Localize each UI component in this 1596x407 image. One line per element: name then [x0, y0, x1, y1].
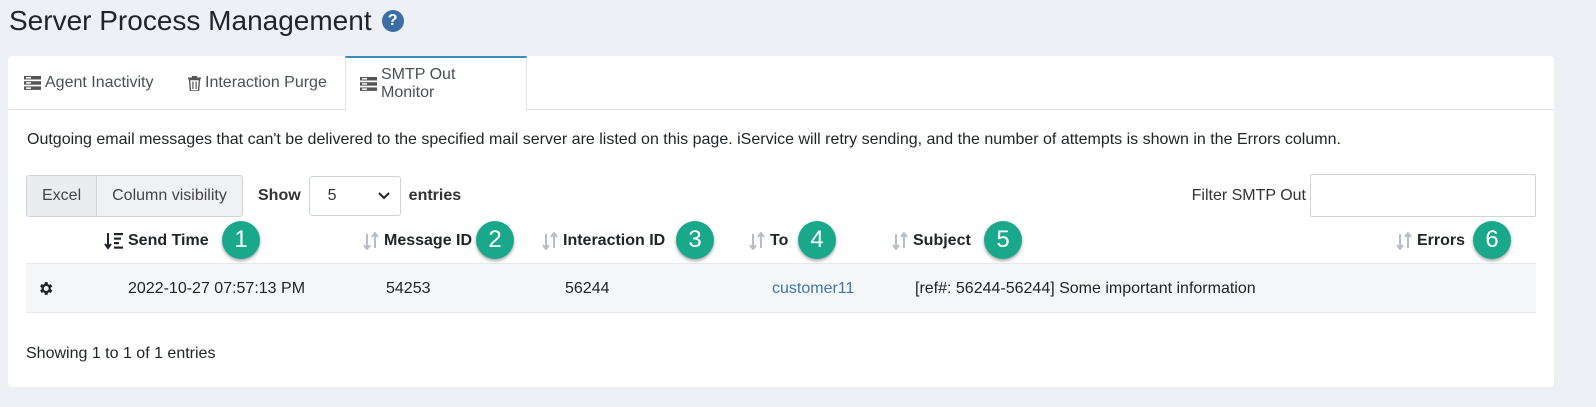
callout-badge: 6: [1473, 221, 1511, 259]
column-label: To: [770, 232, 789, 249]
main-card: Agent Inactivity Interaction Purge SMTP …: [8, 56, 1554, 387]
column-label: Interaction ID: [563, 232, 666, 249]
list-icon: [24, 76, 41, 90]
cell-to-link[interactable]: customer11: [772, 264, 854, 313]
callout-badge: 1: [222, 221, 260, 259]
sort-icon: [541, 232, 559, 250]
callout-badge: 3: [676, 221, 714, 259]
cell-interaction-id: 56244: [565, 279, 610, 297]
callout-badge: 4: [798, 221, 836, 259]
callout-badge: 5: [984, 221, 1022, 259]
list-icon: [360, 77, 377, 91]
callout-badge: 2: [476, 221, 514, 259]
tab-interaction-purge[interactable]: Interaction Purge: [188, 56, 327, 110]
filter-input[interactable]: [1310, 174, 1536, 217]
tab-label: SMTP Out Monitor: [381, 66, 456, 101]
export-button-group: Excel Column visibility: [26, 175, 243, 217]
column-label: Message ID: [384, 232, 473, 249]
column-label: Send Time: [128, 232, 209, 249]
smtp-out-table: Send Time 1 Message ID 2 Interaction ID …: [26, 218, 1536, 313]
page-description: Outgoing email messages that can't be de…: [27, 131, 1341, 148]
page-title: Server Process Management ?: [9, 2, 404, 40]
tab-bar: Agent Inactivity Interaction Purge SMTP …: [8, 56, 1554, 111]
gear-icon[interactable]: [37, 264, 54, 313]
column-visibility-button[interactable]: Column visibility: [97, 176, 242, 216]
sort-icon: [362, 232, 380, 250]
tab-label: Interaction Purge: [205, 74, 327, 91]
sort-icon: [891, 232, 909, 250]
page-length-select[interactable]: 5: [308, 176, 401, 216]
sort-icon: [748, 232, 766, 250]
help-icon[interactable]: ?: [381, 10, 404, 32]
show-label: Show: [258, 187, 301, 204]
page-title-text: Server Process Management: [9, 5, 372, 36]
cell-message-id: 54253: [386, 279, 431, 297]
filter-label: Filter SMTP Out: [1191, 186, 1306, 204]
table-info: Showing 1 to 1 of 1 entries: [26, 345, 216, 362]
cell-subject: [ref#: 56244-56244] Some important infor…: [915, 279, 1256, 297]
excel-button[interactable]: Excel: [27, 176, 98, 216]
trash-icon: [188, 75, 201, 91]
column-header-errors[interactable]: Errors: [1395, 218, 1465, 264]
tab-agent-inactivity[interactable]: Agent Inactivity: [24, 56, 154, 110]
tab-label: Agent Inactivity: [45, 74, 154, 91]
column-header-to[interactable]: To: [748, 218, 788, 264]
table-row[interactable]: 2022-10-27 07:57:13 PM 54253 56244 custo…: [26, 264, 1536, 313]
column-label: Errors: [1417, 232, 1466, 249]
entries-label: entries: [408, 187, 462, 204]
column-header-send-time[interactable]: Send Time: [104, 218, 209, 264]
table-header: Send Time 1 Message ID 2 Interaction ID …: [26, 218, 1536, 264]
column-header-subject[interactable]: Subject: [891, 218, 971, 264]
page-length-value: 5: [327, 187, 337, 204]
chevron-down-icon: [377, 187, 390, 205]
tab-smtp-out-monitor[interactable]: SMTP Out Monitor: [345, 56, 527, 111]
page-length-control: Show 5 entries: [258, 175, 461, 217]
column-header-interaction-id[interactable]: Interaction ID: [541, 218, 665, 264]
filter-control: Filter SMTP Out: [1192, 174, 1536, 217]
column-label: Subject: [913, 232, 971, 249]
sort-descending-icon: [104, 232, 124, 250]
cell-send-time: 2022-10-27 07:57:13 PM: [128, 279, 306, 297]
column-header-message-id[interactable]: Message ID: [362, 218, 472, 264]
sort-icon: [1395, 232, 1413, 250]
